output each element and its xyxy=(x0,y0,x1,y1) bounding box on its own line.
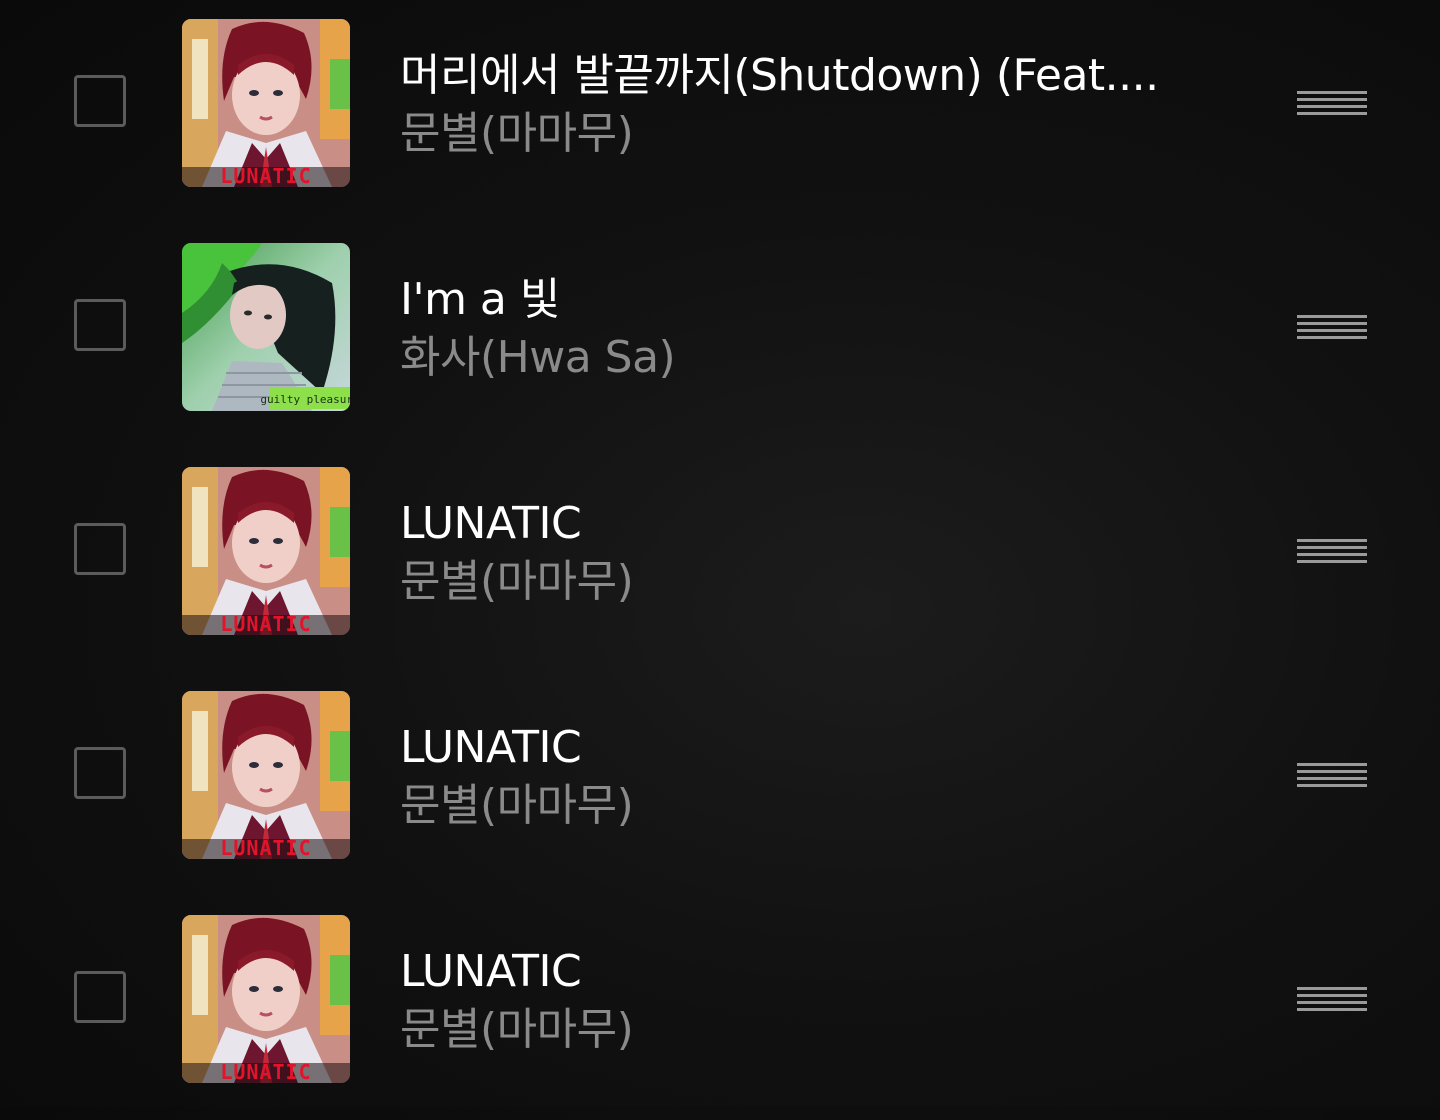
track-row[interactable]: LUNATIC 머리에서 발끝까지(Shutdown) (Feat.... 문별… xyxy=(0,0,1440,224)
track-artist: 문별(마마무) xyxy=(400,780,634,831)
playlist-track-list: LUNATIC 머리에서 발끝까지(Shutdown) (Feat.... 문별… xyxy=(0,0,1440,1106)
album-art-lunatic: LUNATIC xyxy=(182,19,350,187)
track-title[interactable]: LUNATIC xyxy=(400,720,1160,776)
album-logo-text: LUNATIC xyxy=(220,612,311,635)
track-select-checkbox[interactable] xyxy=(74,523,126,575)
album-logo-text: LUNATIC xyxy=(220,164,311,187)
album-art-lunatic: LUNATIC xyxy=(182,467,350,635)
album-logo-text: LUNATIC xyxy=(220,836,311,859)
track-select-checkbox[interactable] xyxy=(74,971,126,1023)
track-artist: 문별(마마무) xyxy=(400,556,634,607)
drag-handle-icon[interactable] xyxy=(1292,532,1370,568)
drag-handle-icon[interactable] xyxy=(1292,980,1370,1016)
track-select-checkbox[interactable] xyxy=(74,75,126,127)
album-logo-text: guilty pleasure xyxy=(260,393,350,406)
drag-handle-icon[interactable] xyxy=(1292,84,1370,120)
track-title[interactable]: I'm a 빛 xyxy=(400,272,1160,328)
album-art-guilty-pleasure: guilty pleasure xyxy=(182,243,350,411)
album-art-lunatic: LUNATIC xyxy=(182,915,350,1083)
track-row[interactable]: guilty pleasure I'm a 빛 화사(Hwa Sa) xyxy=(0,224,1440,448)
track-artist: 문별(마마무) xyxy=(400,108,634,159)
track-select-checkbox[interactable] xyxy=(74,747,126,799)
track-title[interactable]: LUNATIC xyxy=(400,496,1160,552)
album-art-lunatic: LUNATIC xyxy=(182,691,350,859)
track-row[interactable]: LUNATIC LUNATIC 문별(마마무) xyxy=(0,448,1440,672)
track-artist: 화사(Hwa Sa) xyxy=(400,332,676,383)
track-artist: 문별(마마무) xyxy=(400,1004,634,1055)
track-row[interactable]: LUNATIC LUNATIC 문별(마마무) xyxy=(0,672,1440,896)
track-row[interactable]: LUNATIC LUNATIC 문별(마마무) xyxy=(0,896,1440,1120)
track-title[interactable]: 머리에서 발끝까지(Shutdown) (Feat.... xyxy=(400,48,1160,104)
track-select-checkbox[interactable] xyxy=(74,299,126,351)
drag-handle-icon[interactable] xyxy=(1292,756,1370,792)
drag-handle-icon[interactable] xyxy=(1292,308,1370,344)
track-title[interactable]: LUNATIC xyxy=(400,944,1160,1000)
album-logo-text: LUNATIC xyxy=(220,1060,311,1083)
